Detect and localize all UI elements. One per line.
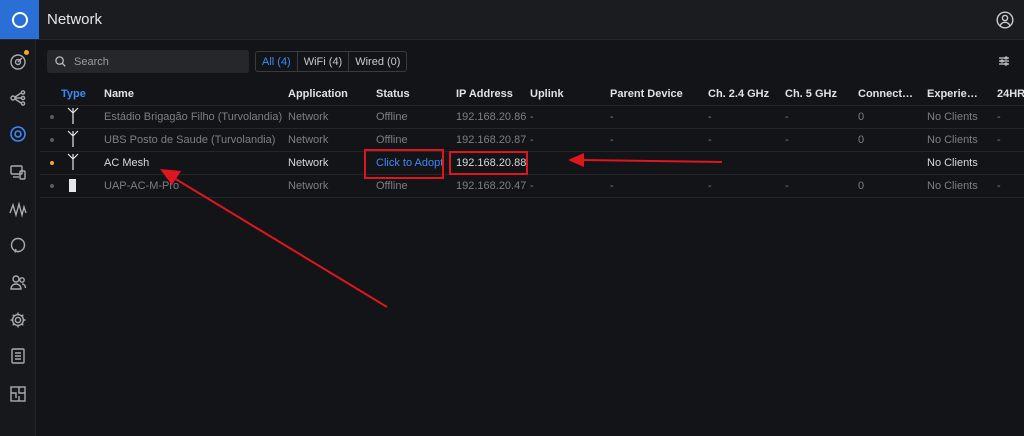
device-application: Network xyxy=(288,134,329,146)
sidebar xyxy=(0,40,36,436)
table-settings-icon[interactable] xyxy=(998,55,1010,67)
device-name: Estádio Brigagão Filho (Turvolandia) xyxy=(104,111,283,123)
column-header-ch-24[interactable]: Ch. 2.4 GHz xyxy=(708,88,769,100)
device-ip: 192.168.20.86 xyxy=(456,111,527,123)
column-header-ch-5[interactable]: Ch. 5 GHz xyxy=(785,88,837,100)
column-header-experience[interactable]: Experie… xyxy=(927,88,978,100)
column-header-parent-device[interactable]: Parent Device xyxy=(610,88,683,100)
device-experience: No Clients xyxy=(927,134,978,146)
device-parent: - xyxy=(610,111,614,123)
device-24hr: - xyxy=(997,180,1001,192)
device-ip: 192.168.20.47 xyxy=(456,180,527,192)
statistics-icon[interactable] xyxy=(8,200,28,220)
column-header-24hr[interactable]: 24HR xyxy=(997,88,1024,100)
insights-icon[interactable] xyxy=(8,236,28,256)
device-name: AC Mesh xyxy=(104,157,150,169)
column-header-status[interactable]: Status xyxy=(376,88,410,100)
search-icon xyxy=(55,56,66,67)
table-row-pending[interactable]: AC Mesh Network Click to Adopt 192.168.2… xyxy=(40,151,1024,174)
device-ch24: - xyxy=(708,111,712,123)
device-status: Offline xyxy=(376,180,408,192)
column-header-uplink[interactable]: Uplink xyxy=(530,88,564,100)
filter-wifi[interactable]: WiFi (4) xyxy=(298,52,350,71)
device-name: UBS Posto de Saude (Turvolandia) xyxy=(104,134,276,146)
device-experience: No Clients xyxy=(927,180,978,192)
search-box[interactable] xyxy=(47,50,249,73)
filter-all[interactable]: All (4) xyxy=(256,52,298,71)
column-header-type[interactable]: Type xyxy=(61,88,86,100)
mesh-antenna-icon xyxy=(67,153,79,170)
logs-icon[interactable] xyxy=(8,346,28,366)
device-status: Offline xyxy=(376,134,408,146)
search-input[interactable] xyxy=(72,54,246,69)
floorplan-icon[interactable] xyxy=(8,384,28,404)
column-header-ip-address[interactable]: IP Address xyxy=(456,88,513,100)
status-dot xyxy=(50,138,54,142)
devices-icon[interactable] xyxy=(8,124,28,144)
status-dot xyxy=(50,184,54,188)
app-title: Network xyxy=(47,11,103,28)
device-experience: No Clients xyxy=(927,157,978,169)
top-bar: Network xyxy=(0,0,1024,40)
device-uplink: - xyxy=(530,180,534,192)
device-24hr: - xyxy=(997,134,1001,146)
device-connected: 0 xyxy=(858,180,865,192)
table-header: Type Name Application Status IP Address … xyxy=(40,86,1024,102)
device-parent: - xyxy=(610,134,614,146)
unifi-logo-icon[interactable] xyxy=(0,0,39,39)
mesh-antenna-icon xyxy=(67,130,79,147)
device-24hr: - xyxy=(997,111,1001,123)
device-application: Network xyxy=(288,111,329,123)
device-name: UAP-AC-M-Pro xyxy=(104,180,180,192)
device-parent: - xyxy=(610,180,614,192)
device-ch5: - xyxy=(785,134,789,146)
user-account-icon[interactable] xyxy=(996,11,1014,29)
device-connected: 0 xyxy=(858,134,865,146)
device-application: Network xyxy=(288,180,329,192)
clients-icon[interactable] xyxy=(8,162,28,182)
filter-wired[interactable]: Wired (0) xyxy=(349,52,406,71)
dashboard-icon[interactable] xyxy=(8,50,29,72)
device-experience: No Clients xyxy=(927,111,978,123)
notification-dot xyxy=(24,50,29,55)
users-icon[interactable] xyxy=(8,272,28,292)
table-row[interactable]: UBS Posto de Saude (Turvolandia) Network… xyxy=(40,128,1024,151)
device-ch5: - xyxy=(785,111,789,123)
device-ch24: - xyxy=(708,180,712,192)
device-filter-group: All (4) WiFi (4) Wired (0) xyxy=(255,51,408,72)
device-connected: 0 xyxy=(858,111,865,123)
settings-icon[interactable] xyxy=(8,310,28,330)
topology-icon[interactable] xyxy=(8,88,28,108)
column-header-connected[interactable]: Connect… xyxy=(858,88,913,100)
annotation-box-ip xyxy=(449,151,528,175)
device-ip: 192.168.20.87 xyxy=(456,134,527,146)
device-ch24: - xyxy=(708,134,712,146)
device-ch5: - xyxy=(785,180,789,192)
device-uplink: - xyxy=(530,134,534,146)
access-point-icon xyxy=(69,179,76,192)
device-application: Network xyxy=(288,157,329,169)
column-header-name[interactable]: Name xyxy=(104,88,134,100)
annotation-box-adopt xyxy=(364,149,444,179)
pending-status-dot xyxy=(50,161,54,165)
status-dot xyxy=(50,115,54,119)
table-row[interactable]: UAP-AC-M-Pro Network Offline 192.168.20.… xyxy=(40,174,1024,198)
device-uplink: - xyxy=(530,111,534,123)
device-status: Offline xyxy=(376,111,408,123)
mesh-antenna-icon xyxy=(67,107,79,124)
column-header-application[interactable]: Application xyxy=(288,88,348,100)
table-row[interactable]: Estádio Brigagão Filho (Turvolandia) Net… xyxy=(40,105,1024,128)
